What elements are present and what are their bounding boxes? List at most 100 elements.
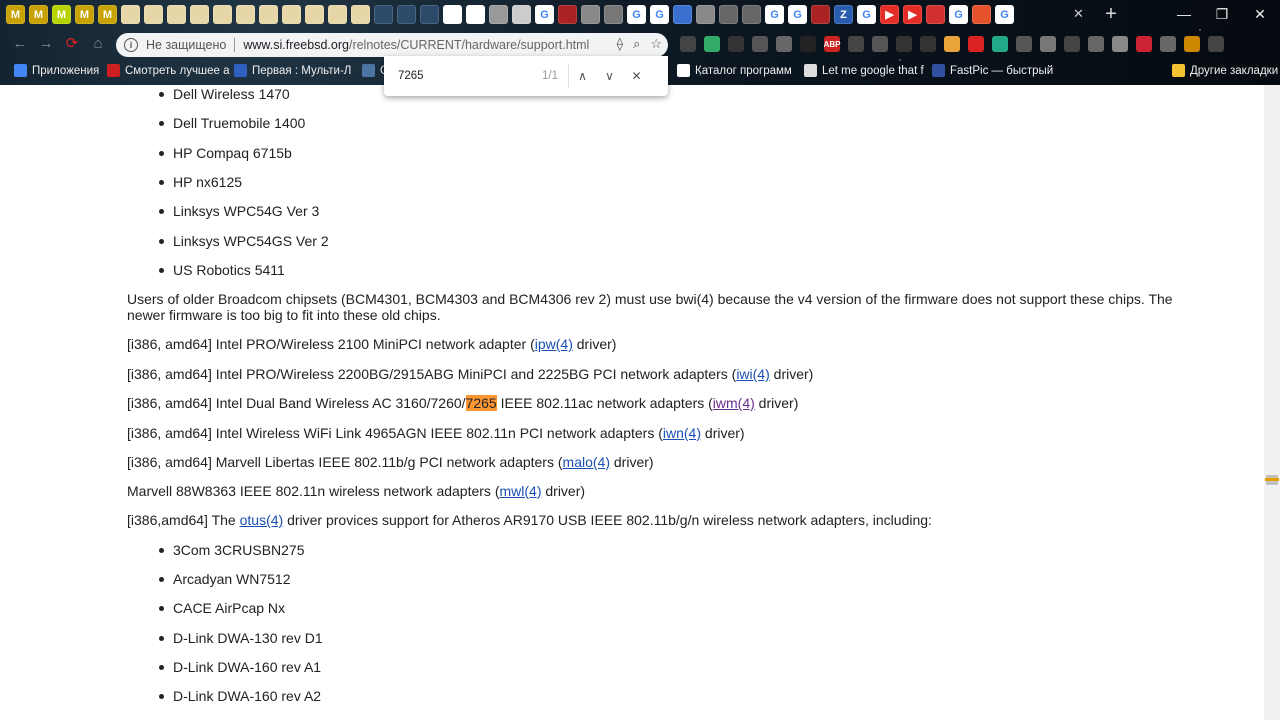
page-icon[interactable] bbox=[512, 5, 531, 24]
new-tab-button[interactable]: + bbox=[1100, 4, 1122, 26]
find-icon[interactable]: ⌕ bbox=[633, 36, 640, 52]
google-icon[interactable]: G bbox=[857, 5, 876, 24]
book-icon[interactable] bbox=[305, 5, 324, 24]
find-prev-button[interactable]: ∧ bbox=[569, 69, 596, 83]
google-icon[interactable]: G bbox=[995, 5, 1014, 24]
google-icon[interactable]: G bbox=[535, 5, 554, 24]
page-icon[interactable] bbox=[696, 5, 715, 24]
forward-button[interactable]: → bbox=[36, 34, 56, 54]
google-icon[interactable]: G bbox=[627, 5, 646, 24]
gear-icon[interactable] bbox=[397, 5, 416, 24]
extension-icon[interactable] bbox=[1160, 36, 1176, 52]
extension-icon[interactable] bbox=[872, 36, 888, 52]
find-input[interactable]: 7265 bbox=[398, 70, 528, 82]
book-icon[interactable] bbox=[328, 5, 347, 24]
extension-icon[interactable] bbox=[944, 36, 960, 52]
scrollbar[interactable] bbox=[1264, 85, 1280, 720]
generic-icon[interactable] bbox=[719, 5, 738, 24]
generic-icon[interactable] bbox=[558, 5, 577, 24]
adblock-icon[interactable]: ABP bbox=[824, 36, 840, 52]
extension-icon[interactable] bbox=[992, 36, 1008, 52]
maximize-button[interactable]: ❐ bbox=[1203, 0, 1241, 28]
extension-icon[interactable] bbox=[1136, 36, 1152, 52]
page-icon[interactable] bbox=[489, 5, 508, 24]
translate-icon[interactable]: ⟠ bbox=[617, 36, 623, 52]
extension-icon[interactable] bbox=[848, 36, 864, 52]
gear-icon[interactable] bbox=[776, 36, 792, 52]
book-icon[interactable] bbox=[144, 5, 163, 24]
menu-icon[interactable] bbox=[1208, 36, 1224, 52]
book-icon[interactable] bbox=[282, 5, 301, 24]
generic-icon[interactable] bbox=[604, 5, 623, 24]
bookmark-apps[interactable]: Приложения bbox=[14, 64, 99, 77]
bookmark-item[interactable]: Let me google that f bbox=[804, 64, 924, 77]
info-icon[interactable]: i bbox=[124, 38, 138, 52]
page-icon[interactable] bbox=[443, 5, 462, 24]
extension-icon[interactable] bbox=[1040, 36, 1056, 52]
extension-icon[interactable] bbox=[920, 36, 936, 52]
find-close-button[interactable]: ✕ bbox=[623, 69, 650, 83]
address-bar[interactable]: i Не защищено www.si.freebsd.org/relnote… bbox=[116, 33, 668, 57]
malwarebytes-icon[interactable]: M bbox=[75, 5, 94, 24]
back-button[interactable]: ← bbox=[10, 34, 30, 54]
youtube-icon[interactable]: ▶ bbox=[880, 5, 899, 24]
extension-icon[interactable] bbox=[1064, 36, 1080, 52]
book-icon[interactable] bbox=[351, 5, 370, 24]
bookmark-item[interactable]: Первая : Мульти-Л bbox=[234, 64, 351, 77]
book-icon[interactable] bbox=[236, 5, 255, 24]
tab-close-icon[interactable]: ✕ bbox=[1073, 6, 1084, 22]
book-icon[interactable] bbox=[213, 5, 232, 24]
generic-icon[interactable] bbox=[581, 5, 600, 24]
iwm-link[interactable]: iwm(4) bbox=[713, 395, 755, 411]
bookmark-item[interactable]: Смотреть лучшее а bbox=[107, 64, 230, 77]
extension-icon[interactable] bbox=[728, 36, 744, 52]
mwl-link[interactable]: mwl(4) bbox=[499, 483, 541, 499]
mail-icon[interactable] bbox=[972, 5, 991, 24]
extension-icon[interactable] bbox=[800, 36, 816, 52]
youtube-icon[interactable]: ▶ bbox=[903, 5, 922, 24]
bookmark-other[interactable]: Другие закладки bbox=[1172, 64, 1278, 77]
book-icon[interactable] bbox=[190, 5, 209, 24]
z-icon[interactable]: Z bbox=[834, 5, 853, 24]
malwarebytes-icon[interactable]: M bbox=[98, 5, 117, 24]
page-icon[interactable] bbox=[466, 5, 485, 24]
bookmark-item[interactable]: Каталог программ bbox=[677, 64, 792, 77]
iwi-link[interactable]: iwi(4) bbox=[736, 366, 769, 382]
close-window-button[interactable]: ✕ bbox=[1241, 0, 1279, 28]
reload-button[interactable]: ⟳ bbox=[62, 34, 82, 54]
extension-icon[interactable] bbox=[704, 36, 720, 52]
extension-icon[interactable] bbox=[968, 36, 984, 52]
google-icon[interactable]: G bbox=[949, 5, 968, 24]
extension-icon[interactable] bbox=[1112, 36, 1128, 52]
extension-icon[interactable] bbox=[1016, 36, 1032, 52]
otus-link[interactable]: otus(4) bbox=[240, 512, 284, 528]
extension-icon[interactable] bbox=[752, 36, 768, 52]
gear-icon[interactable] bbox=[374, 5, 393, 24]
generic-icon[interactable] bbox=[926, 5, 945, 24]
bookmark-star-icon[interactable]: ☆ bbox=[650, 36, 662, 52]
ipw-link[interactable]: ipw(4) bbox=[535, 336, 573, 352]
extension-icon[interactable] bbox=[680, 36, 696, 52]
extension-icon[interactable] bbox=[1088, 36, 1104, 52]
google-icon[interactable]: G bbox=[650, 5, 669, 24]
chat-icon[interactable] bbox=[673, 5, 692, 24]
extension-icon[interactable] bbox=[1184, 36, 1200, 52]
book-icon[interactable] bbox=[167, 5, 186, 24]
google-icon[interactable]: G bbox=[765, 5, 784, 24]
malwarebytes-icon[interactable]: M bbox=[52, 5, 71, 24]
generic-icon[interactable] bbox=[811, 5, 830, 24]
home-button[interactable]: ⌂ bbox=[88, 34, 108, 54]
malwarebytes-icon[interactable]: M bbox=[6, 5, 25, 24]
extension-icon[interactable] bbox=[896, 36, 912, 52]
malwarebytes-icon[interactable]: M bbox=[29, 5, 48, 24]
malo-link[interactable]: malo(4) bbox=[563, 454, 610, 470]
generic-icon[interactable] bbox=[742, 5, 761, 24]
iwn-link[interactable]: iwn(4) bbox=[663, 425, 701, 441]
minimize-button[interactable]: — bbox=[1165, 0, 1203, 28]
book-icon[interactable] bbox=[121, 5, 140, 24]
bookmark-item[interactable]: FastPic — быстрый bbox=[932, 64, 1053, 77]
find-next-button[interactable]: ∨ bbox=[596, 69, 623, 83]
gear-icon[interactable] bbox=[420, 5, 439, 24]
google-icon[interactable]: G bbox=[788, 5, 807, 24]
book-icon[interactable] bbox=[259, 5, 278, 24]
